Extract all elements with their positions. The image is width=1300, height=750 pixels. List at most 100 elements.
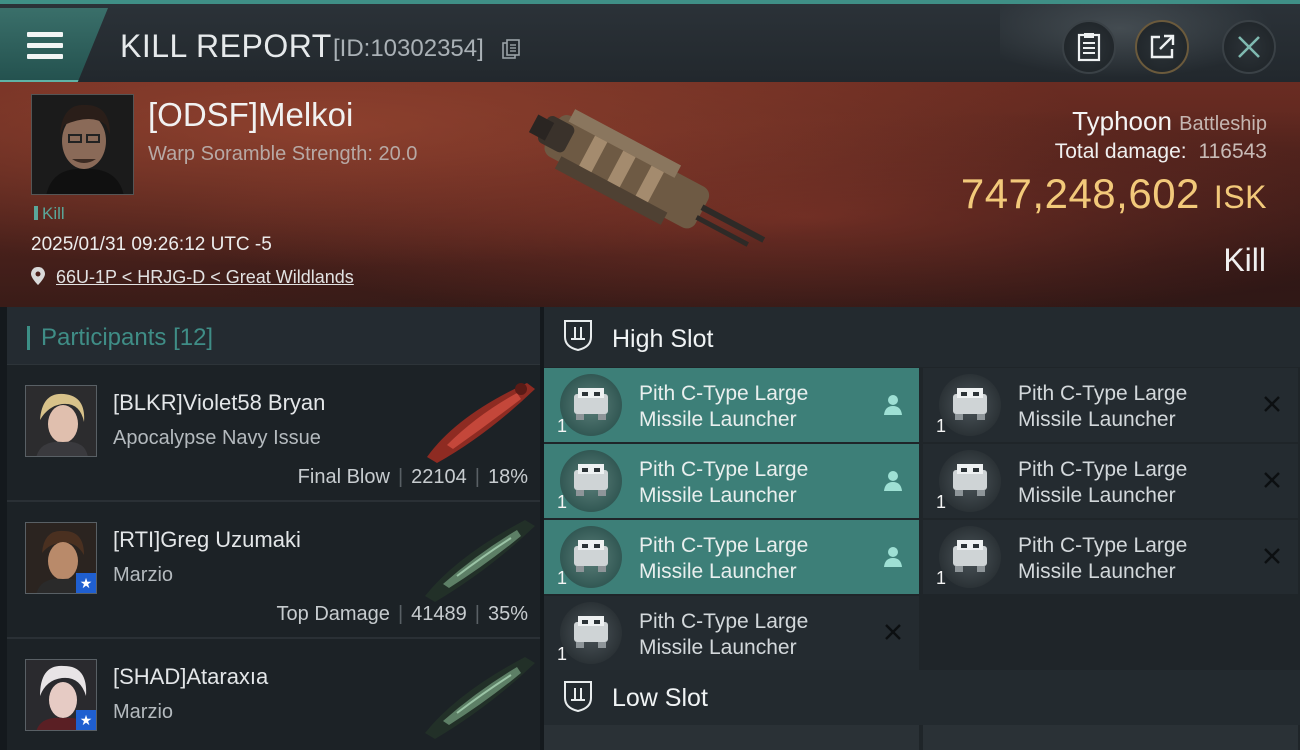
participant-stats: Top Damage | 41489 | 35% xyxy=(276,603,528,625)
module-quantity: 1 xyxy=(557,492,568,512)
module-name: Pith C-Type Large Missile Launcher xyxy=(639,458,809,507)
star-badge-icon: ★ xyxy=(76,573,96,593)
isk-amount: 747,248,602 xyxy=(960,170,1200,217)
pilot-icon xyxy=(884,547,902,567)
pilot-avatar xyxy=(32,95,133,194)
missile-launcher-icon xyxy=(939,526,1001,588)
share-icon xyxy=(1150,34,1175,59)
module-item[interactable]: 1 Pith C-Type Large Missile Launcher xyxy=(923,444,1298,518)
total-damage-value: 116543 xyxy=(1198,140,1267,163)
clipboard-icon xyxy=(1077,33,1101,62)
module-quantity: 1 xyxy=(936,492,947,512)
participant-name[interactable]: [RTI]Greg Uzumaki xyxy=(113,527,301,553)
low-slot-module-partial[interactable] xyxy=(923,725,1298,750)
module-item[interactable]: 1 Pith C-Type Large Missile Launcher xyxy=(923,368,1298,442)
module-name: Pith C-Type Large Missile Launcher xyxy=(639,534,809,583)
module-name: Pith C-Type Large Missile Launcher xyxy=(1018,382,1188,431)
participants-panel: Participants [12] [BLKR]Violet58 Bryan A… xyxy=(7,307,540,750)
share-button[interactable] xyxy=(1135,20,1189,74)
warp-scramble-strength: Warp Soramble Strength: 20.0 xyxy=(148,143,418,165)
participant-ship-image xyxy=(425,657,535,739)
participant-ship-image xyxy=(425,520,535,602)
high-slot-icon xyxy=(564,320,592,351)
page-title: KILL REPORT xyxy=(120,28,332,64)
module-name: Pith C-Type Large Missile Launcher xyxy=(639,610,809,659)
high-slot-header: High Slot xyxy=(544,307,1300,367)
victim-portrait[interactable] xyxy=(31,94,134,195)
participant-row[interactable]: ★ [SHAD]Ataraxıa Marzio xyxy=(7,639,540,750)
pilot-avatar xyxy=(26,386,96,456)
module-name: Pith C-Type Large Missile Launcher xyxy=(1018,534,1188,583)
participant-avatar[interactable]: ★ xyxy=(25,522,97,594)
participant-ship: Apocalypse Navy Issue xyxy=(113,427,321,449)
top-bar: KILL REPORT [ID:10302354] xyxy=(0,0,1300,86)
destroyed-x-icon xyxy=(1264,396,1280,412)
menu-icon[interactable] xyxy=(27,32,63,60)
menu-button[interactable] xyxy=(0,8,108,82)
copy-icon[interactable] xyxy=(502,39,520,59)
victim-ship-type: Typhoon Battleship xyxy=(1072,106,1267,137)
module-name: Pith C-Type Large Missile Launcher xyxy=(1018,458,1188,507)
victim-ship-image xyxy=(528,109,766,247)
star-badge-icon: ★ xyxy=(76,710,96,730)
pilot-icon xyxy=(884,471,902,491)
participant-name[interactable]: [BLKR]Violet58 Bryan xyxy=(113,390,325,416)
module-quantity: 1 xyxy=(936,568,947,588)
kill-timestamp: 2025/01/31 09:26:12 UTC -5 xyxy=(31,234,272,255)
ship-name[interactable]: Typhoon xyxy=(1072,106,1172,136)
participant-percent: 18% xyxy=(487,466,528,488)
module-quantity: 1 xyxy=(557,644,568,664)
result-label: Kill xyxy=(1223,242,1266,278)
participant-avatar[interactable] xyxy=(25,385,97,457)
participant-row[interactable]: ★ [RTI]Greg Uzumaki Marzio Top Damage | 41… xyxy=(7,502,540,639)
missile-launcher-icon xyxy=(560,450,622,512)
module-name: Pith C-Type Large Missile Launcher xyxy=(639,382,809,431)
participant-damage: 41489 xyxy=(411,603,467,625)
total-damage: Total damage: 116543 xyxy=(1055,140,1267,164)
header-accent-bar xyxy=(27,326,30,350)
module-item[interactable]: 1 Pith C-Type Large Missile Launcher xyxy=(544,444,919,518)
missile-launcher-icon xyxy=(560,526,622,588)
participant-role: Final Blow xyxy=(297,466,390,488)
participant-damage: 22104 xyxy=(411,466,467,488)
high-slot-label: High Slot xyxy=(612,325,714,353)
isk-unit: ISK xyxy=(1213,179,1267,215)
low-slot-icon xyxy=(564,681,592,712)
participants-count: [12] xyxy=(173,324,214,351)
total-damage-label: Total damage: xyxy=(1054,140,1187,163)
pilot-icon xyxy=(884,395,902,415)
participant-avatar[interactable]: ★ xyxy=(25,659,97,731)
clipboard-button[interactable] xyxy=(1062,20,1116,74)
kill-location[interactable]: 66U-1P < HRJG-D < Great Wildlands xyxy=(31,267,354,288)
location-link[interactable]: 66U-1P < HRJG-D < Great Wildlands xyxy=(56,267,354,287)
report-id: [ID:10302354] xyxy=(333,35,484,62)
fitting-panel: High Slot 1 Pith C-Type Large Missile Lau… xyxy=(544,307,1300,750)
close-button[interactable] xyxy=(1222,20,1276,74)
module-quantity: 1 xyxy=(557,416,568,436)
participants-header: Participants [12] xyxy=(7,307,540,365)
module-item[interactable]: 1 Pith C-Type Large Missile Launcher xyxy=(544,596,919,670)
close-icon xyxy=(1238,36,1260,58)
participant-percent: 35% xyxy=(487,603,528,625)
participant-name[interactable]: [SHAD]Ataraxıa xyxy=(113,664,268,690)
destroyed-x-icon xyxy=(1264,472,1280,488)
participants-title: Participants [12] xyxy=(41,324,213,352)
participant-row[interactable]: [BLKR]Violet58 Bryan Apocalypse Navy Iss… xyxy=(7,365,540,502)
ship-class: Battleship xyxy=(1179,113,1267,135)
module-item[interactable]: 1 Pith C-Type Large Missile Launcher xyxy=(544,368,919,442)
participant-ship: Marzio xyxy=(113,564,174,586)
module-quantity: 1 xyxy=(936,416,947,436)
participants-label: Participants xyxy=(41,324,167,351)
low-slot-label: Low Slot xyxy=(612,684,708,712)
participant-ship-image xyxy=(427,383,535,463)
low-slot-header: Low Slot xyxy=(544,670,1300,725)
missile-launcher-icon xyxy=(939,450,1001,512)
module-item[interactable]: 1 Pith C-Type Large Missile Launcher xyxy=(544,520,919,594)
low-slot-module-partial[interactable] xyxy=(544,725,919,750)
kill-tag: Kill xyxy=(34,204,65,224)
location-pin-icon xyxy=(31,267,45,285)
destroyed-x-icon xyxy=(885,624,901,640)
module-item[interactable]: 1 Pith C-Type Large Missile Launcher xyxy=(923,520,1298,594)
participant-role: Top Damage xyxy=(276,603,390,625)
victim-name[interactable]: [ODSF]Melkoi xyxy=(148,96,353,134)
